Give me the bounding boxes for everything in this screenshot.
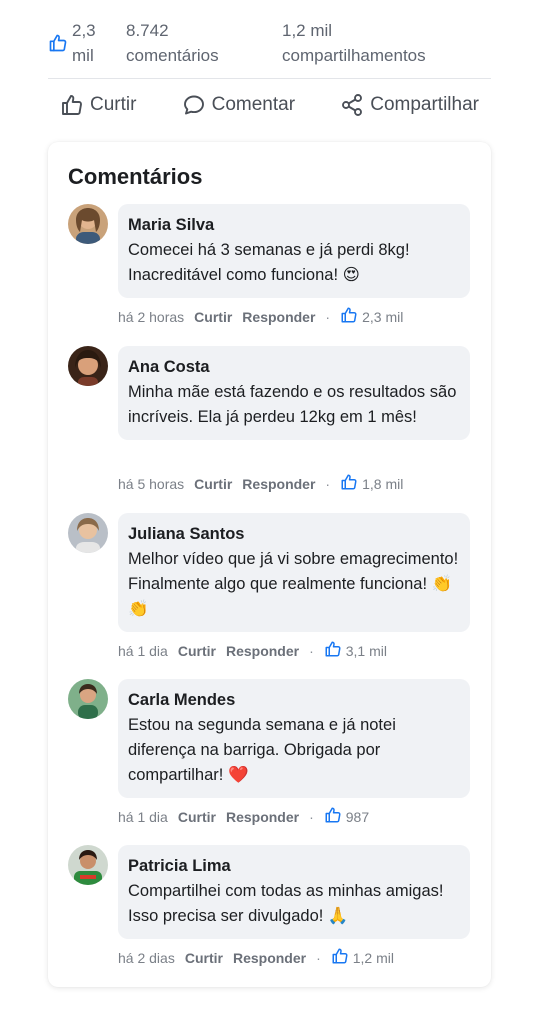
avatar[interactable] (68, 204, 108, 244)
post-page: 2,3 mil 8.742 comentários 1,2 mil compar… (0, 0, 539, 1024)
comment-text: Melhor vídeo que já vi sobre emagrecimen… (128, 550, 459, 618)
comment-likes[interactable]: 1,8 mil (340, 473, 403, 494)
comment-likes-count: 3,1 mil (345, 642, 387, 659)
comment-reply-link[interactable]: Responder (242, 309, 315, 325)
comment-bubble: Maria Silva Comecei há 3 semanas e já pe… (118, 204, 470, 298)
comment-likes[interactable]: 2,3 mil (340, 306, 403, 327)
comment-text: Minha mãe está fazendo e os resultados s… (128, 383, 457, 426)
comment-text: Comecei há 3 semanas e já perdi 8kg! Ina… (128, 241, 410, 284)
separator-dot: · (316, 949, 321, 966)
comment-author[interactable]: Ana Costa (128, 356, 460, 378)
comment-likes-count: 1,8 mil (362, 475, 404, 492)
comment-like-link[interactable]: Curtir (194, 309, 232, 325)
comment-like-link[interactable]: Curtir (194, 476, 232, 492)
separator-dot: · (309, 808, 314, 825)
divider (48, 78, 491, 79)
comment-likes-count: 987 (345, 808, 370, 825)
shares-count: 1,2 mil compartilhamentos (282, 21, 426, 65)
comment-likes[interactable]: 3,1 mil (324, 640, 387, 661)
comment-reply-link[interactable]: Responder (242, 476, 315, 492)
comment-time: há 2 horas (118, 308, 185, 325)
stat-shares[interactable]: 1,2 mil compartilhamentos (282, 18, 426, 68)
thumbs-up-icon (60, 93, 84, 117)
comment-like-link[interactable]: Curtir (178, 643, 216, 659)
comment-bubble: Ana Costa Minha mãe está fazendo e os re… (118, 346, 470, 440)
separator-dot: · (325, 475, 331, 492)
post-stats: 2,3 mil 8.742 comentários 1,2 mil compar… (48, 18, 491, 68)
comment-text: Estou na segunda semana e já notei difer… (128, 716, 396, 784)
comment-reply-link[interactable]: Responder (233, 950, 306, 966)
comment-text: Compartilhei com todas as minhas amigas!… (128, 882, 444, 925)
comment-like-link[interactable]: Curtir (185, 950, 223, 966)
comments-count: 8.742 comentários (126, 21, 219, 65)
comment-time: há 5 horas (118, 475, 185, 492)
comment-meta: há 1 dia Curtir Responder · 3,1 mil (118, 640, 387, 661)
avatar[interactable] (68, 346, 108, 386)
comment-meta: há 1 dia Curtir Responder · 987 (118, 806, 369, 827)
comment-reply-link[interactable]: Responder (226, 809, 299, 825)
comment-author[interactable]: Carla Mendes (128, 689, 460, 711)
comment-button-label: Comentar (211, 94, 296, 115)
thumbs-up-icon (340, 306, 358, 327)
separator-dot: · (325, 308, 331, 325)
like-button-label: Curtir (90, 94, 137, 115)
comment-likes[interactable]: 1,2 mil (331, 947, 394, 968)
thumbs-up-icon (324, 806, 342, 827)
like-button[interactable]: Curtir (60, 93, 136, 117)
comment-meta: há 2 horas Curtir Responder · 2,3 mil (118, 306, 403, 327)
avatar[interactable] (68, 679, 108, 719)
separator-dot: · (309, 642, 314, 659)
likes-count: 2,3 mil (72, 21, 96, 65)
comments-title: Comentários (68, 164, 203, 189)
comment-author[interactable]: Patricia Lima (128, 855, 460, 877)
share-icon (340, 93, 364, 117)
avatar[interactable] (68, 513, 108, 553)
comment-meta: há 5 horas Curtir Responder · 1,8 mil (118, 473, 403, 494)
avatar[interactable] (68, 845, 108, 885)
post-actions: Curtir Comentar Compartilhar (60, 90, 479, 120)
thumbs-up-icon (324, 640, 342, 661)
comment-reply-link[interactable]: Responder (226, 643, 299, 659)
comment-icon (182, 93, 206, 117)
stat-likes[interactable]: 2,3 mil (48, 18, 96, 68)
thumbs-up-icon (340, 473, 358, 494)
thumbs-up-icon (331, 947, 349, 968)
comment-time: há 2 dias (118, 949, 175, 966)
comment-likes-count: 2,3 mil (362, 308, 404, 325)
comment-button[interactable]: Comentar (182, 93, 295, 117)
comment-bubble: Juliana Santos Melhor vídeo que já vi so… (118, 513, 470, 632)
share-button-label: Compartilhar (370, 94, 479, 115)
comment-time: há 1 dia (118, 642, 168, 659)
share-button[interactable]: Compartilhar (340, 93, 479, 117)
comment-like-link[interactable]: Curtir (178, 809, 216, 825)
comment-bubble: Patricia Lima Compartilhei com todas as … (118, 845, 470, 939)
comment-likes[interactable]: 987 (324, 806, 369, 827)
comment-author[interactable]: Juliana Santos (128, 523, 460, 545)
comment-bubble: Carla Mendes Estou na segunda semana e j… (118, 679, 470, 798)
stat-comments[interactable]: 8.742 comentários (126, 18, 219, 68)
comment-meta: há 2 dias Curtir Responder · 1,2 mil (118, 947, 394, 968)
thumbs-up-icon (48, 33, 68, 58)
comments-card: Comentários Maria Silva Comecei há 3 sem… (48, 142, 491, 987)
comment-time: há 1 dia (118, 808, 168, 825)
comment-likes-count: 1,2 mil (352, 949, 394, 966)
comment-author[interactable]: Maria Silva (128, 214, 460, 236)
